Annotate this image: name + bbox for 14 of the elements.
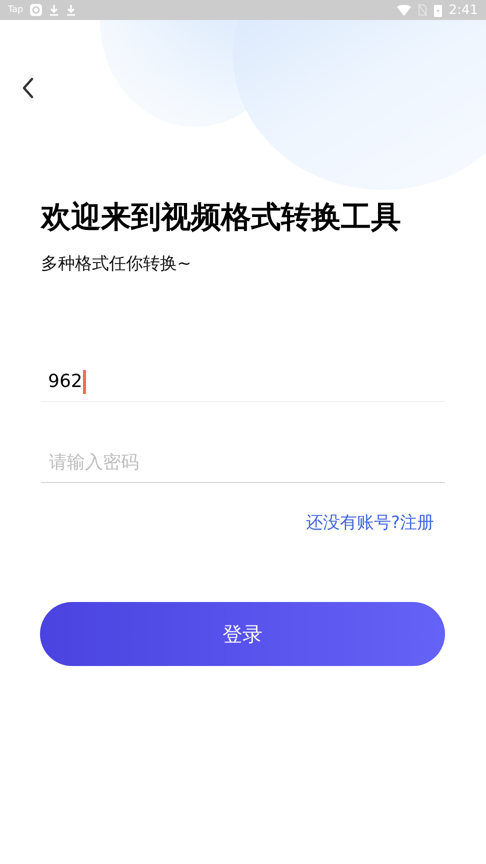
password-field[interactable]: 请输入密码: [41, 443, 445, 483]
battery-icon: [434, 4, 442, 16]
back-button[interactable]: [20, 76, 36, 100]
download-icon: [66, 4, 76, 16]
login-button[interactable]: 登录: [40, 602, 445, 666]
wifi-icon: [396, 4, 411, 16]
no-sim-icon: [418, 4, 427, 16]
username-field[interactable]: 962: [41, 362, 445, 402]
app-notification-icon: [30, 4, 42, 16]
back-chevron-icon: [22, 77, 34, 99]
welcome-subtitle: 多种格式任你转换~: [41, 253, 192, 276]
welcome-title: 欢迎来到视频格式转换工具: [41, 199, 402, 237]
download-icon: [49, 4, 60, 16]
register-link[interactable]: 还没有账号?注册: [306, 511, 434, 534]
